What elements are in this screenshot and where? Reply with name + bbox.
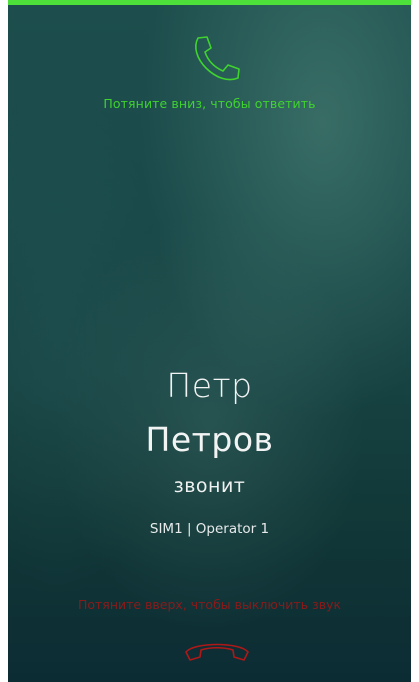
phone-answer-icon[interactable] [188,34,242,84]
incoming-call-screen: Потяните вниз, чтобы ответить Петр Петро… [8,0,411,682]
sim-info: SIM1 | Operator 1 [149,521,270,537]
answer-hint: Потяните вниз, чтобы ответить [103,96,316,111]
caller-first-name: Петр [166,366,253,405]
caller-last-name: Петров [145,420,274,459]
status-indicator-bar [8,0,411,5]
call-status: звонит [173,475,246,497]
phone-hangup-icon[interactable] [182,636,252,666]
silence-hint: Потяните вверх, чтобы выключить звук [77,597,342,612]
